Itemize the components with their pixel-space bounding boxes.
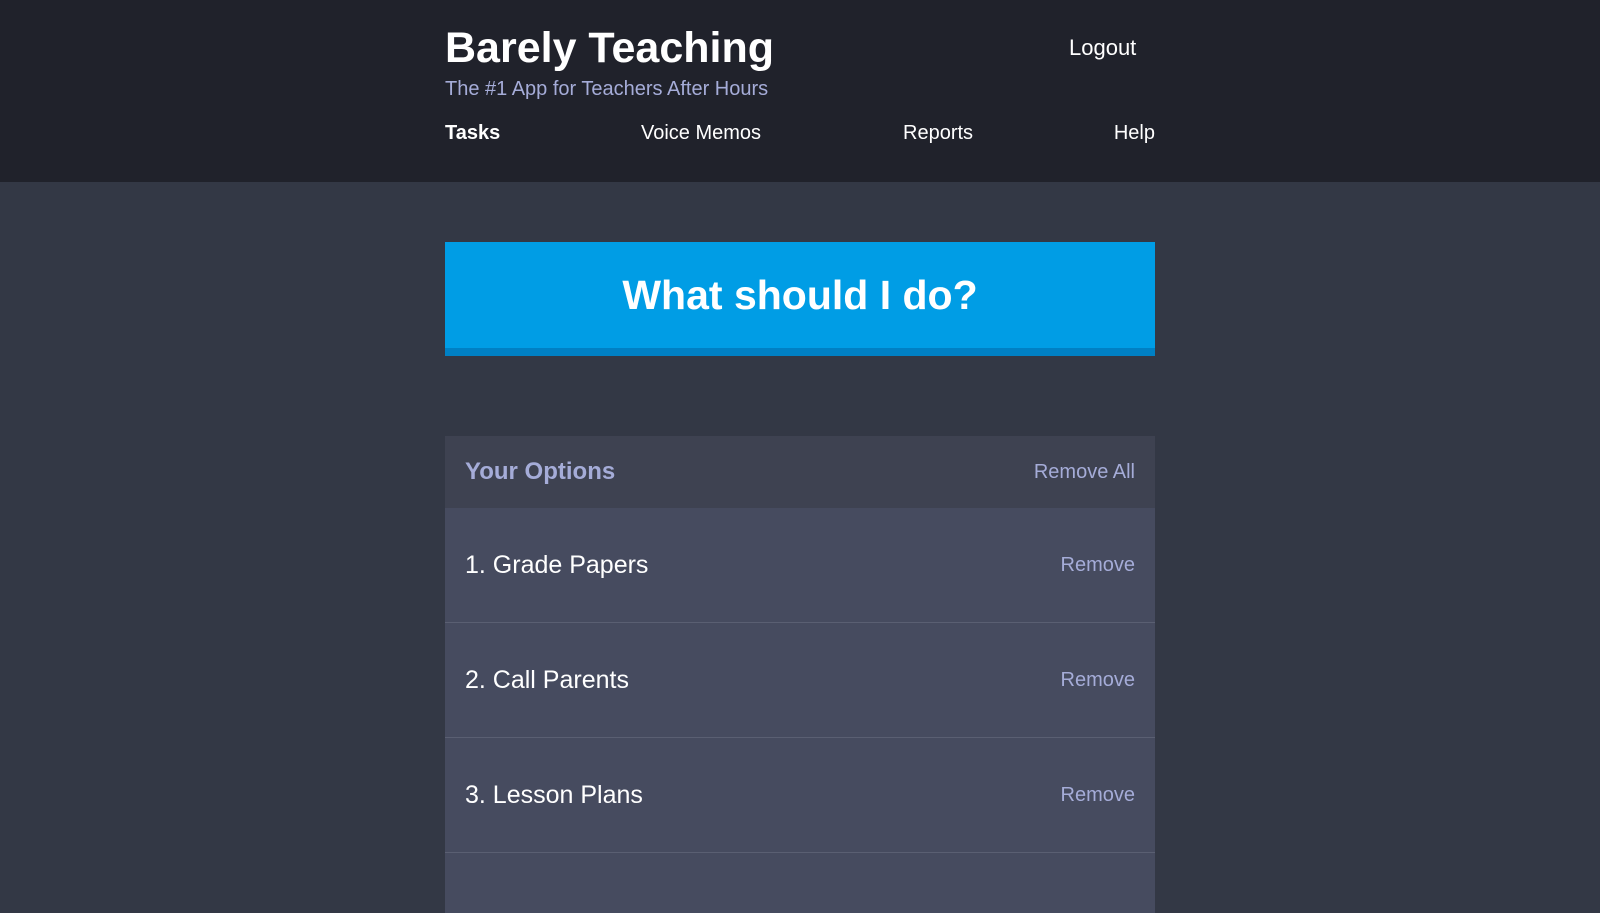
remove-option-button[interactable]: Remove (1061, 667, 1135, 693)
nav-reports[interactable]: Reports (903, 120, 973, 146)
options-title: Your Options (465, 458, 616, 485)
option-item (445, 853, 1155, 913)
logout-button[interactable]: Logout (1069, 35, 1136, 61)
remove-option-button[interactable]: Remove (1061, 552, 1135, 578)
option-item: 2. Call Parents Remove (445, 623, 1155, 738)
option-item: 1. Grade Papers Remove (445, 508, 1155, 623)
remove-option-button[interactable]: Remove (1061, 782, 1135, 808)
option-text: 1. Grade Papers (465, 551, 649, 579)
nav-voice-memos[interactable]: Voice Memos (641, 120, 761, 146)
remove-all-button[interactable]: Remove All (1034, 459, 1135, 485)
what-should-i-do-button[interactable]: What should I do? (445, 242, 1155, 356)
option-text: 3. Lesson Plans (465, 781, 643, 809)
nav-tasks[interactable]: Tasks (445, 120, 500, 146)
options-header: Your Options Remove All (445, 436, 1155, 508)
nav-help[interactable]: Help (1114, 120, 1155, 146)
app-subtitle: The #1 App for Teachers After Hours (445, 78, 769, 100)
app-header (0, 0, 1600, 182)
option-item: 3. Lesson Plans Remove (445, 738, 1155, 853)
app-title: Barely Teaching (445, 24, 774, 72)
options-panel: Your Options Remove All 1. Grade Papers … (445, 436, 1155, 913)
option-text: 2. Call Parents (465, 666, 629, 694)
main-nav: Tasks Voice Memos Reports Help (445, 120, 1155, 146)
